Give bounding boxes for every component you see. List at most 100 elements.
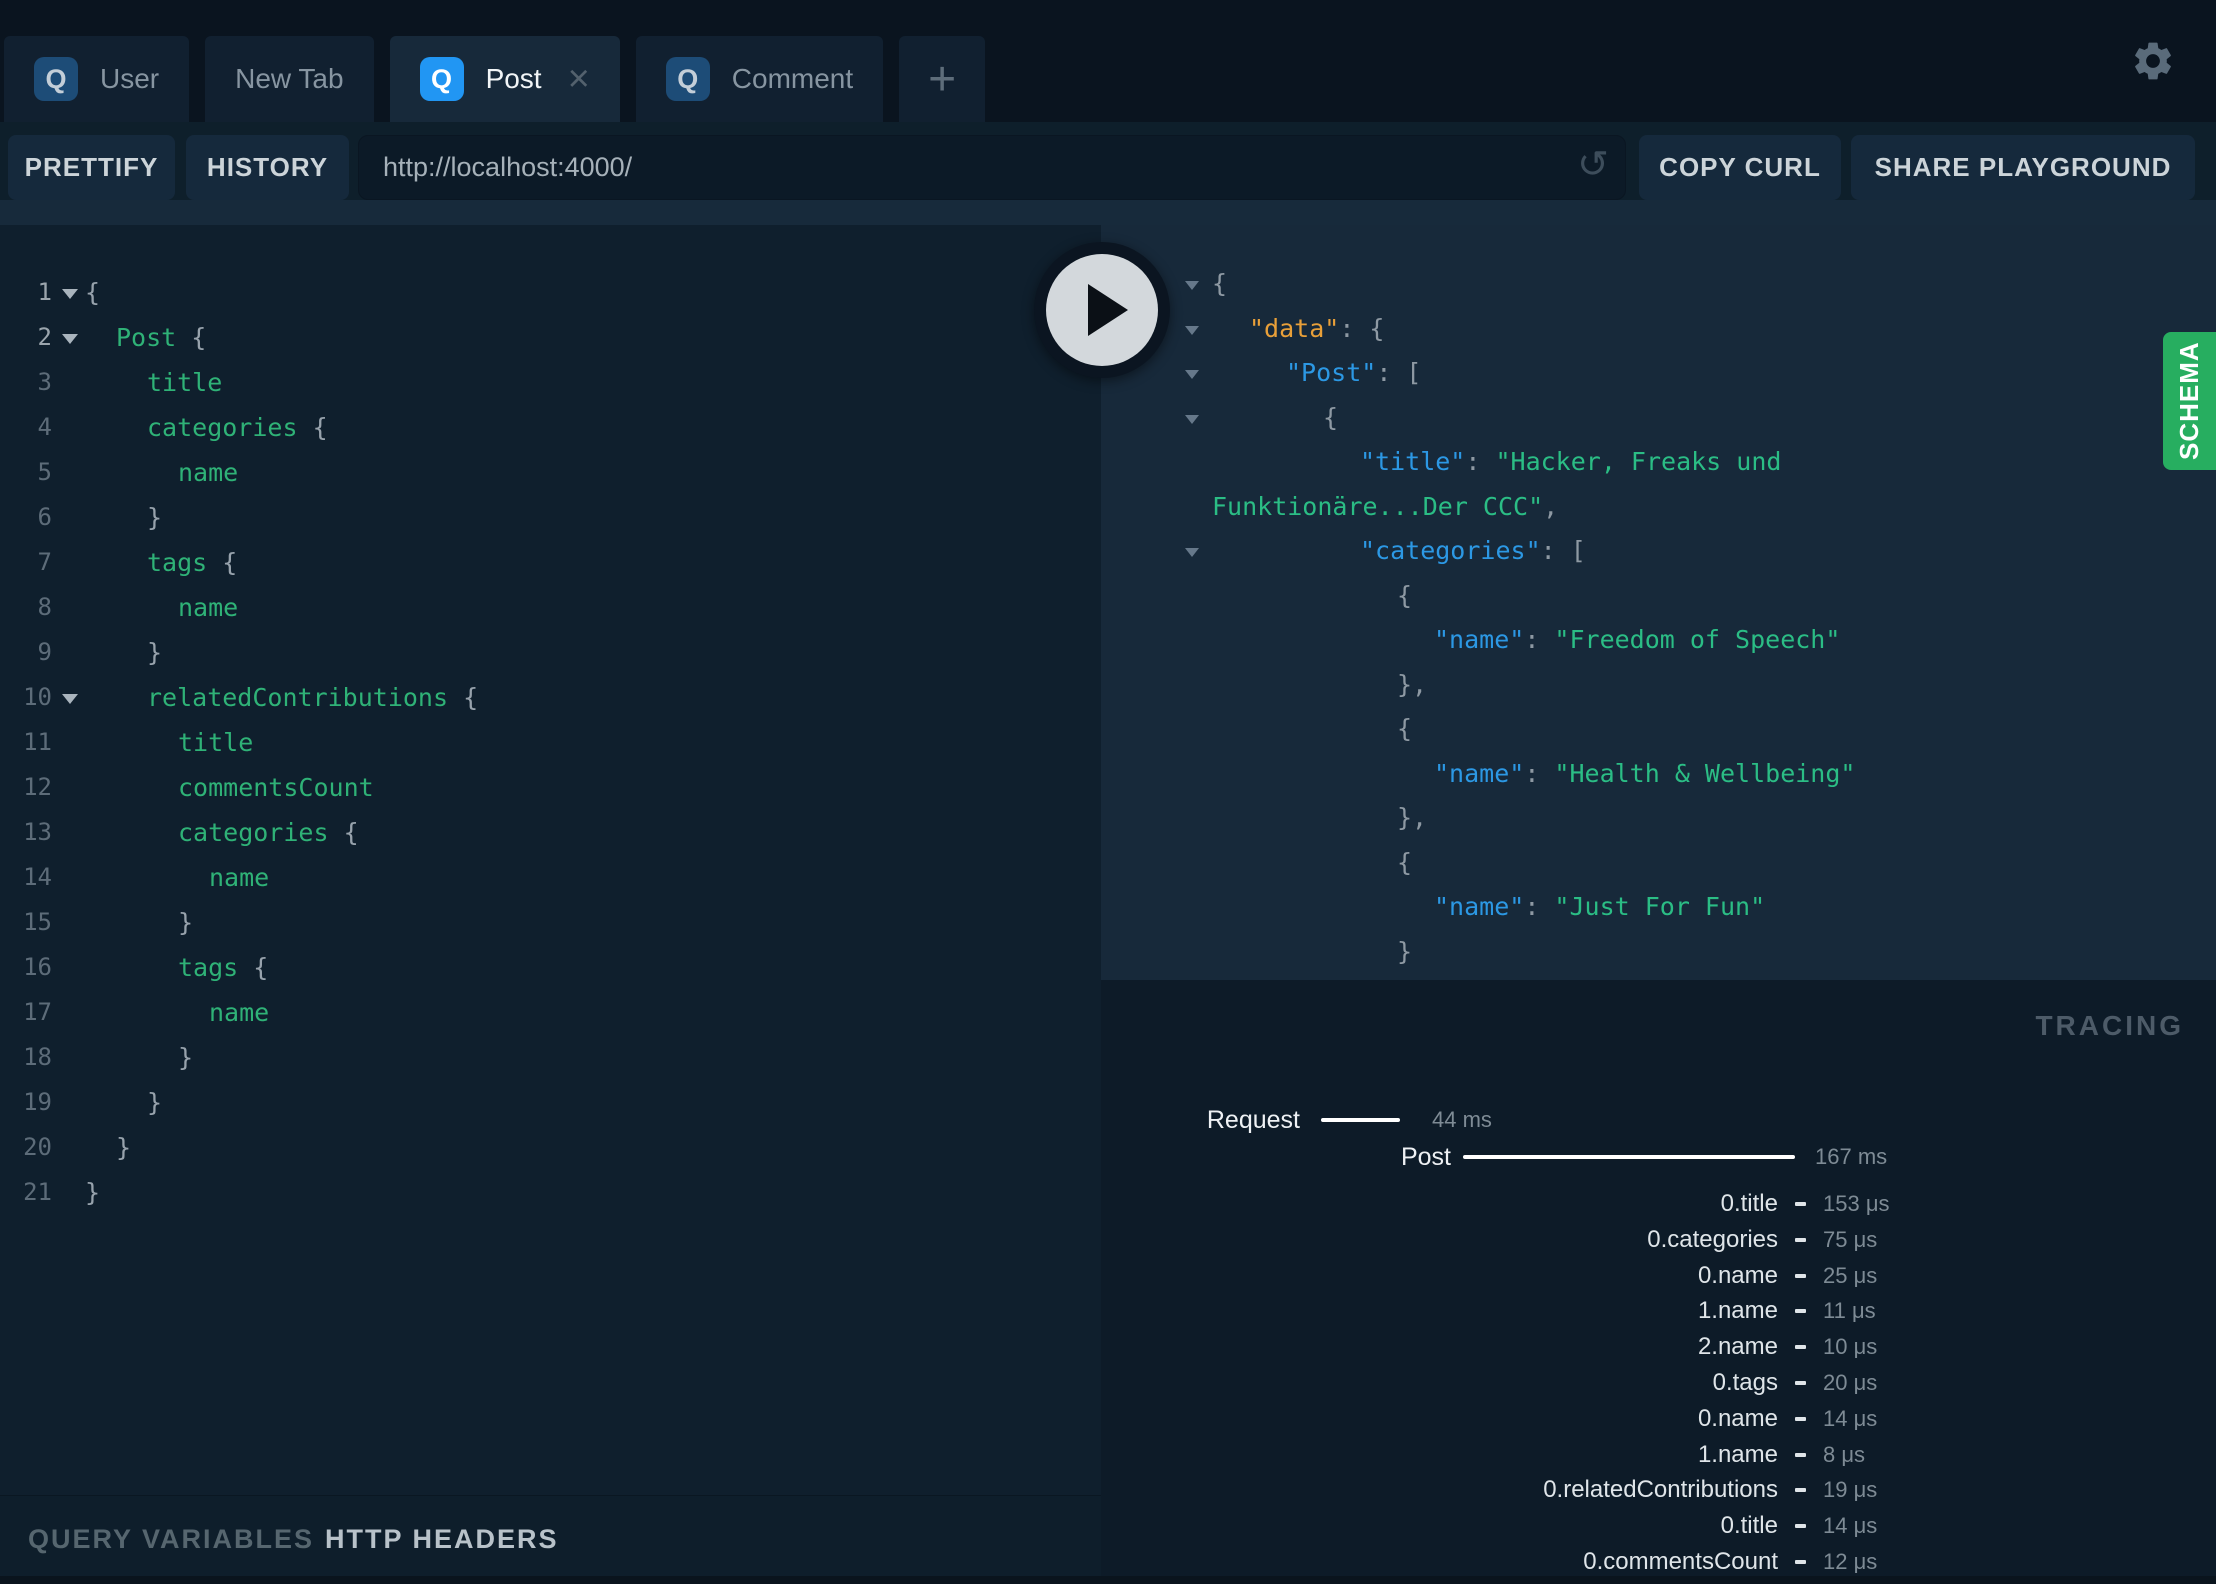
settings-button[interactable] (2130, 38, 2176, 84)
duration-bar (1321, 1118, 1400, 1122)
json-text: { (1397, 707, 1412, 751)
fold-arrow-icon[interactable] (62, 694, 78, 704)
editor-line[interactable]: 1{ (0, 270, 1101, 315)
line-number: 7 (37, 548, 52, 576)
response-line: { (1101, 396, 2216, 440)
duration-dash (1795, 1417, 1806, 1421)
fold-arrow-icon[interactable] (1185, 281, 1199, 290)
json-text: "name": "Just For Fun" (1434, 885, 1765, 929)
editor-line[interactable]: 19} (0, 1080, 1101, 1125)
tracing-row-label: 1.name (1697, 1297, 1778, 1324)
refresh-icon[interactable]: ↺ (1577, 142, 1609, 186)
code-text: name (178, 450, 238, 495)
code-text: } (85, 1170, 100, 1215)
editor-line[interactable]: 9} (0, 630, 1101, 675)
line-number: 20 (23, 1133, 52, 1161)
tracing-row-label: 0.title (1720, 1190, 1778, 1217)
line-number: 13 (23, 818, 52, 846)
json-token: "title" (1360, 447, 1466, 476)
fold-arrow-icon[interactable] (1185, 370, 1199, 379)
json-token: : (1524, 625, 1555, 654)
code-token: tags (178, 953, 254, 982)
editor-line[interactable]: 5 name (0, 450, 1101, 495)
editor-line[interactable]: 12 commentsCount (0, 765, 1101, 810)
code-token: relatedContributions (147, 683, 464, 712)
response-line: { (1101, 707, 2216, 751)
editor-line[interactable]: 4 categories { (0, 405, 1101, 450)
tracing-row-label: 2.name (1697, 1333, 1778, 1360)
editor-line[interactable]: 17 name (0, 990, 1101, 1035)
schema-tab-button[interactable]: SCHEMA (2163, 332, 2216, 470)
line-number: 9 (37, 638, 52, 666)
tab-user[interactable]: Q User (4, 36, 190, 122)
share-playground-button[interactable]: SHARE PLAYGROUND (1851, 135, 2195, 200)
editor-line[interactable]: 20} (0, 1125, 1101, 1170)
json-text: "Post": [ (1286, 351, 1421, 395)
code-text: name (209, 990, 269, 1035)
line-number: 14 (23, 863, 52, 891)
response-line: }, (1101, 796, 2216, 840)
json-text: "name": "Health & Wellbeing" (1434, 752, 1855, 796)
editor-line[interactable]: 11 title (0, 720, 1101, 765)
tab-label: Post (485, 63, 542, 94)
endpoint-url-input[interactable] (381, 136, 1541, 199)
json-text: }, (1397, 796, 1427, 840)
query-badge-icon: Q (665, 57, 710, 101)
fold-arrow-icon[interactable] (62, 334, 78, 344)
json-text: "title": "Hacker, Freaks und (1360, 440, 1781, 484)
duration-dash (1795, 1274, 1806, 1278)
tracing-row: 0.name 25 μs (1101, 1261, 2216, 1291)
code-token: } (178, 1043, 194, 1072)
code-token: } (147, 638, 163, 667)
tracing-row: Post 167 ms (1101, 1142, 2216, 1172)
line-number: 18 (23, 1043, 52, 1071)
line-number: 4 (37, 413, 52, 441)
json-text: { (1397, 574, 1412, 618)
editor-line[interactable]: 15} (0, 900, 1101, 945)
editor-line[interactable]: 7 tags { (0, 540, 1101, 585)
query-variables-tab[interactable]: QUERY VARIABLES (28, 1524, 314, 1555)
http-headers-tab[interactable]: HTTP HEADERS (325, 1524, 559, 1555)
editor-line[interactable]: 18} (0, 1035, 1101, 1080)
tab-comment[interactable]: Q Comment (635, 36, 884, 122)
json-text: }, (1397, 663, 1427, 707)
code-token: { (343, 818, 359, 847)
duration-dash (1795, 1524, 1806, 1528)
line-number: 16 (23, 953, 52, 981)
tracing-row: Request 44 ms (1101, 1105, 2216, 1135)
code-token: title (147, 368, 223, 397)
close-icon[interactable]: × (568, 60, 590, 98)
code-token: } (147, 503, 163, 532)
editor-line[interactable]: 3 title (0, 360, 1101, 405)
json-token: { (1397, 848, 1413, 877)
code-token: name (178, 458, 239, 487)
json-token: Funktionäre...Der CCC" (1212, 492, 1544, 521)
line-number: 5 (37, 458, 52, 486)
editor-line[interactable]: 2 Post { (0, 315, 1101, 360)
tab-new-tab[interactable]: New Tab (205, 36, 374, 122)
fold-arrow-icon[interactable] (1185, 326, 1199, 335)
editor-line[interactable]: 13 categories { (0, 810, 1101, 855)
tracing-row-duration: 44 ms (1432, 1107, 1492, 1132)
editor-line[interactable]: 14 name (0, 855, 1101, 900)
editor-line[interactable]: 8 name (0, 585, 1101, 630)
json-token: { (1323, 403, 1339, 432)
editor-line[interactable]: 21} (0, 1170, 1101, 1215)
tracing-row-duration: 75 μs (1823, 1227, 1878, 1252)
history-button[interactable]: HISTORY (186, 135, 349, 200)
code-token: title (178, 728, 254, 757)
prettify-button[interactable]: PRETTIFY (8, 135, 175, 200)
new-tab-button[interactable]: + (899, 36, 986, 122)
execute-button[interactable] (1034, 242, 1170, 378)
editor-line[interactable]: 10 relatedContributions { (0, 675, 1101, 720)
copy-curl-button[interactable]: COPY CURL (1639, 135, 1841, 200)
json-text: "name": "Freedom of Speech" (1434, 618, 1840, 662)
editor-line[interactable]: 6} (0, 495, 1101, 540)
fold-arrow-icon[interactable] (1185, 548, 1199, 557)
fold-arrow-icon[interactable] (1185, 415, 1199, 424)
editor-line[interactable]: 16 tags { (0, 945, 1101, 990)
query-editor[interactable]: 1{2 Post {3 title 4 categories {5 name 6} 7 tags… (0, 225, 1101, 1495)
tab-post[interactable]: Q Post × (389, 36, 620, 122)
line-number: 19 (23, 1088, 52, 1116)
fold-arrow-icon[interactable] (62, 289, 78, 299)
